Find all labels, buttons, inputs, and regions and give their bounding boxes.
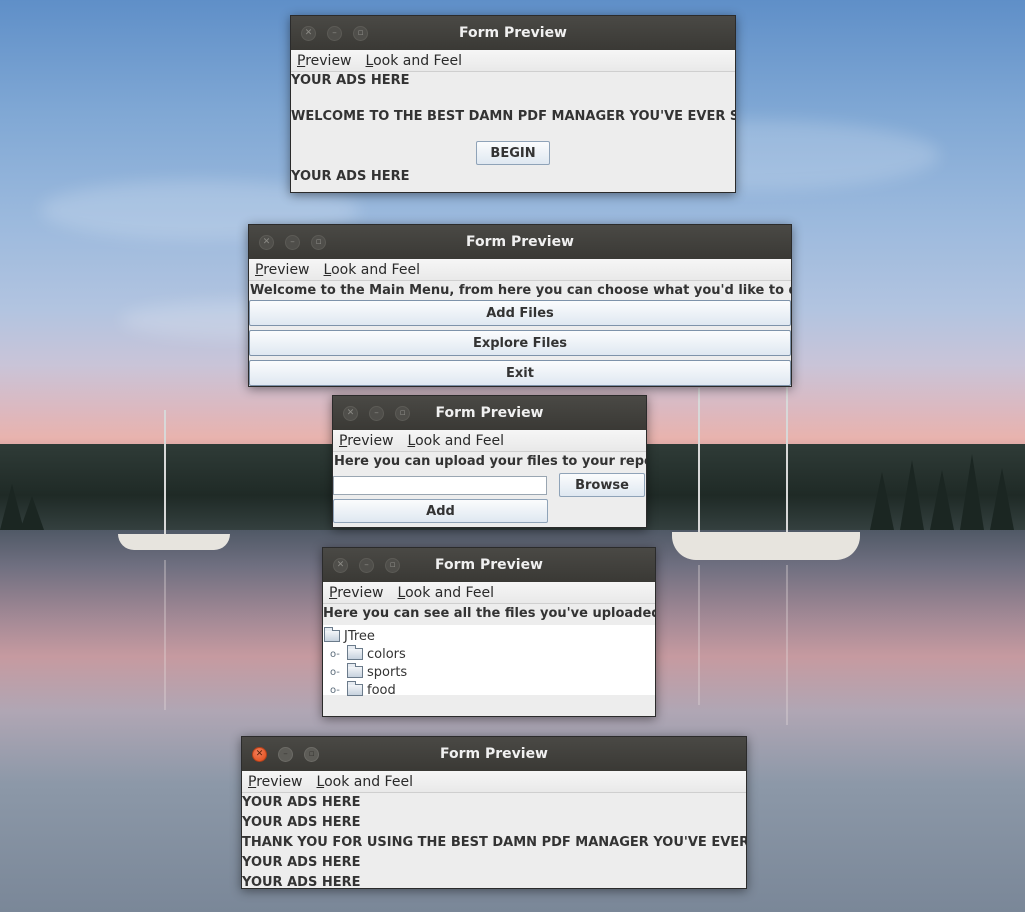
tree-node-colors[interactable]: o- colors xyxy=(324,645,655,663)
menu-look-and-feel[interactable]: Look and Feel xyxy=(366,53,462,69)
menubar: Preview Look and Feel xyxy=(249,259,791,281)
minimize-icon[interactable]: – xyxy=(278,746,293,762)
ads-banner-bottom: YOUR ADS HERE xyxy=(291,169,410,184)
close-icon[interactable]: ✕ xyxy=(301,25,316,41)
menu-look-and-feel[interactable]: Look and Feel xyxy=(408,433,504,449)
ads-banner: YOUR ADS HERE xyxy=(242,875,361,889)
explore-window: ✕ – ▫ Form Preview Preview Look and Feel… xyxy=(322,547,656,717)
maximize-icon[interactable]: ▫ xyxy=(395,405,410,421)
menu-preview[interactable]: Preview xyxy=(297,53,352,69)
tree-root[interactable]: JTree xyxy=(324,627,655,645)
explore-files-button[interactable]: Explore Files xyxy=(249,330,791,356)
menu-preview[interactable]: Preview xyxy=(329,585,384,601)
maximize-icon[interactable]: ▫ xyxy=(385,557,400,573)
tree-node-food[interactable]: o- food xyxy=(324,681,655,699)
minimize-icon[interactable]: – xyxy=(327,25,342,41)
browse-button[interactable]: Browse xyxy=(559,473,645,497)
exit-button[interactable]: Exit xyxy=(249,360,791,386)
tree-node-label: sports xyxy=(367,664,408,680)
titlebar[interactable]: ✕ – ▫ Form Preview xyxy=(333,396,646,430)
minimize-icon[interactable]: – xyxy=(369,405,384,421)
expand-handle-icon[interactable]: o- xyxy=(330,685,341,696)
window-title: Form Preview xyxy=(466,234,574,250)
folder-icon xyxy=(347,681,363,696)
tree-node-label: food xyxy=(367,682,396,698)
close-icon[interactable]: ✕ xyxy=(252,746,267,762)
main-menu-intro: Welcome to the Main Menu, from here you … xyxy=(250,283,792,298)
titlebar[interactable]: ✕ – ▫ Form Preview xyxy=(249,225,791,259)
upload-intro: Here you can upload your files to your r… xyxy=(334,454,647,469)
close-icon[interactable]: ✕ xyxy=(259,234,274,250)
titlebar[interactable]: ✕ – ▫ Form Preview xyxy=(291,16,735,50)
menu-look-and-feel[interactable]: Look and Feel xyxy=(398,585,494,601)
menubar: Preview Look and Feel xyxy=(291,50,735,72)
menu-preview[interactable]: Preview xyxy=(248,774,303,790)
upload-window: ✕ – ▫ Form Preview Preview Look and Feel… xyxy=(332,395,647,528)
begin-button[interactable]: BEGIN xyxy=(476,141,550,165)
expand-handle-icon[interactable]: o- xyxy=(330,667,341,678)
menubar: Preview Look and Feel xyxy=(323,582,655,604)
maximize-icon[interactable]: ▫ xyxy=(304,746,319,762)
ads-banner: YOUR ADS HERE xyxy=(242,855,361,870)
main-menu-window: ✕ – ▫ Form Preview Preview Look and Feel… xyxy=(248,224,792,387)
menu-preview[interactable]: Preview xyxy=(339,433,394,449)
titlebar[interactable]: ✕ – ▫ Form Preview xyxy=(323,548,655,582)
minimize-icon[interactable]: – xyxy=(285,234,300,250)
menubar: Preview Look and Feel xyxy=(333,430,646,452)
menu-look-and-feel[interactable]: Look and Feel xyxy=(324,262,420,278)
folder-icon xyxy=(347,645,363,660)
ads-banner: YOUR ADS HERE xyxy=(242,795,361,810)
thank-you-message: THANK YOU FOR USING THE BEST DAMN PDF MA… xyxy=(242,835,747,850)
welcome-message: WELCOME TO THE BEST DAMN PDF MANAGER YOU… xyxy=(291,109,736,124)
menu-preview[interactable]: Preview xyxy=(255,262,310,278)
add-button[interactable]: Add xyxy=(333,499,548,523)
tree-node-label: colors xyxy=(367,646,406,662)
maximize-icon[interactable]: ▫ xyxy=(353,25,368,41)
add-files-button[interactable]: Add Files xyxy=(249,300,791,326)
welcome-window: ✕ – ▫ Form Preview Preview Look and Feel… xyxy=(290,15,736,193)
menu-look-and-feel[interactable]: Look and Feel xyxy=(317,774,413,790)
tree-root-label: JTree xyxy=(344,628,375,644)
goodbye-window: ✕ – ▫ Form Preview Preview Look and Feel… xyxy=(241,736,747,889)
maximize-icon[interactable]: ▫ xyxy=(311,234,326,250)
folder-icon xyxy=(347,663,363,678)
menubar: Preview Look and Feel xyxy=(242,771,746,793)
titlebar[interactable]: ✕ – ▫ Form Preview xyxy=(242,737,746,771)
minimize-icon[interactable]: – xyxy=(359,557,374,573)
close-icon[interactable]: ✕ xyxy=(333,557,348,573)
ads-banner-top: YOUR ADS HERE xyxy=(291,73,410,88)
folder-icon xyxy=(324,627,340,642)
tree-node-sports[interactable]: o- sports xyxy=(324,663,655,681)
file-tree[interactable]: JTree o- colors o- sports o- food xyxy=(323,625,655,698)
ads-banner: YOUR ADS HERE xyxy=(242,815,361,830)
expand-handle-icon[interactable]: o- xyxy=(330,649,341,660)
close-icon[interactable]: ✕ xyxy=(343,405,358,421)
explore-intro: Here you can see all the files you've up… xyxy=(323,606,656,621)
file-path-input[interactable] xyxy=(333,475,547,495)
